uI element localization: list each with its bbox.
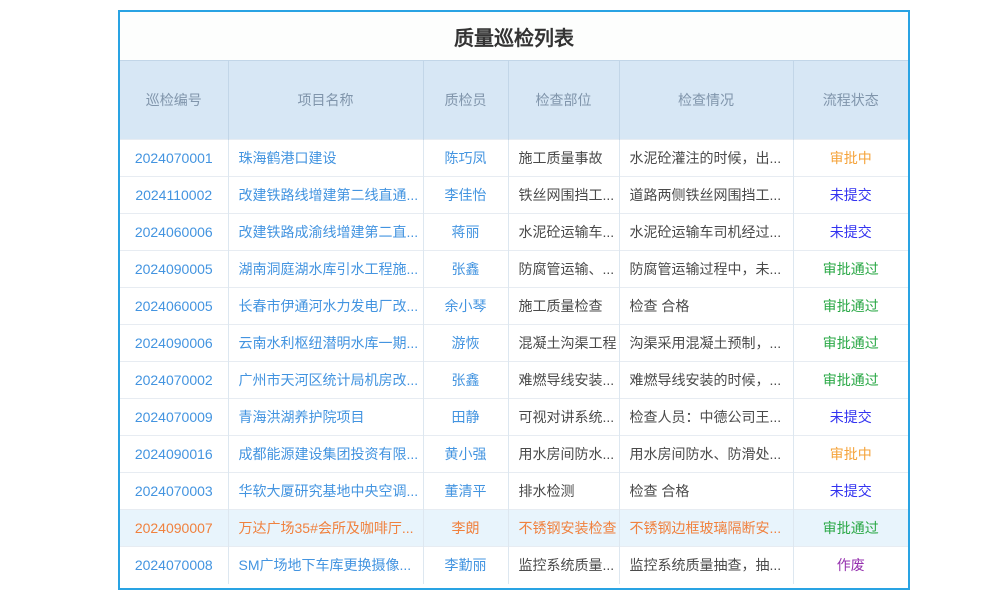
status-badge: 作废 bbox=[837, 557, 865, 573]
table-header-row: 巡检编号 项目名称 质检员 检查部位 检查情况 流程状态 bbox=[120, 61, 908, 140]
cell-inspection-id: 2024070001 bbox=[135, 150, 213, 166]
cell-project-name: 改建铁路成渝线增建第二直... bbox=[239, 224, 419, 240]
cell-project-name: 湖南洞庭湖水库引水工程施... bbox=[239, 261, 419, 277]
table-row[interactable]: 2024070002 广州市天河区统计局机房改... 张鑫 难燃导线安装... … bbox=[120, 362, 908, 399]
cell-inspection-result: 不锈钢边框玻璃隔断安... bbox=[630, 520, 782, 536]
cell-inspection-result: 道路两侧铁丝网围挡工... bbox=[630, 187, 782, 203]
cell-inspection-part: 用水房间防水... bbox=[519, 446, 615, 462]
column-header-inspection-result: 检查情况 bbox=[619, 61, 793, 140]
cell-inspection-id: 2024060006 bbox=[135, 224, 213, 240]
table-row[interactable]: 2024060006 改建铁路成渝线增建第二直... 蒋丽 水泥砼运输车... … bbox=[120, 214, 908, 251]
cell-project-name: 万达广场35#会所及咖啡厅... bbox=[239, 520, 414, 536]
inspection-list-panel: 质量巡检列表 巡检编号 项目名称 质检员 检查部位 检查情况 流程状态 2024… bbox=[118, 10, 910, 590]
status-badge: 审批中 bbox=[830, 150, 872, 166]
cell-inspector: 张鑫 bbox=[452, 372, 480, 388]
cell-inspector: 田静 bbox=[452, 409, 480, 425]
cell-inspection-result: 防腐管运输过程中，未... bbox=[630, 261, 782, 277]
cell-project-name: 长春市伊通河水力发电厂改... bbox=[239, 298, 419, 314]
cell-project-name: 青海洪湖养护院项目 bbox=[239, 409, 365, 425]
table-row[interactable]: 2024090005 湖南洞庭湖水库引水工程施... 张鑫 防腐管运输、... … bbox=[120, 251, 908, 288]
table-row[interactable]: 2024060005 长春市伊通河水力发电厂改... 余小琴 施工质量检查 检查… bbox=[120, 288, 908, 325]
cell-inspection-result: 水泥砼运输车司机经过... bbox=[630, 224, 782, 240]
cell-inspection-id: 2024070008 bbox=[135, 557, 213, 573]
cell-inspection-part: 监控系统质量... bbox=[519, 557, 615, 573]
table-row[interactable]: 2024070003 华软大厦研究基地中央空调... 董清平 排水检测 检查 合… bbox=[120, 473, 908, 510]
status-badge: 审批通过 bbox=[823, 335, 879, 351]
cell-project-name: 珠海鹤港口建设 bbox=[239, 150, 337, 166]
column-header-inspector: 质检员 bbox=[423, 61, 508, 140]
cell-inspection-part: 不锈钢安装检查 bbox=[519, 520, 617, 536]
table-row[interactable]: 2024070008 SM广场地下车库更换摄像... 李勤丽 监控系统质量...… bbox=[120, 547, 908, 584]
cell-inspection-id: 2024070009 bbox=[135, 409, 213, 425]
cell-inspection-id: 2024070003 bbox=[135, 483, 213, 499]
column-header-workflow-status: 流程状态 bbox=[793, 61, 908, 140]
table-row-highlighted[interactable]: 2024090007 万达广场35#会所及咖啡厅... 李朗 不锈钢安装检查 不… bbox=[120, 510, 908, 547]
status-badge: 未提交 bbox=[830, 187, 872, 203]
status-badge: 审批通过 bbox=[823, 372, 879, 388]
cell-inspection-part: 铁丝网围挡工... bbox=[519, 187, 615, 203]
cell-inspection-part: 难燃导线安装... bbox=[519, 372, 615, 388]
cell-inspection-id: 2024070002 bbox=[135, 372, 213, 388]
cell-inspection-id: 2024060005 bbox=[135, 298, 213, 314]
cell-inspection-id: 2024110002 bbox=[135, 187, 212, 203]
column-header-project-name: 项目名称 bbox=[228, 61, 423, 140]
cell-project-name: 云南水利枢纽潜明水库一期... bbox=[239, 335, 419, 351]
cell-project-name: 华软大厦研究基地中央空调... bbox=[239, 483, 419, 499]
cell-inspection-part: 施工质量事故 bbox=[519, 150, 603, 166]
cell-inspection-result: 用水房间防水、防滑处... bbox=[630, 446, 782, 462]
cell-inspection-result: 沟渠采用混凝土预制，... bbox=[630, 335, 782, 351]
cell-inspection-part: 排水检测 bbox=[519, 483, 575, 499]
status-badge: 审批通过 bbox=[823, 261, 879, 277]
status-badge: 审批通过 bbox=[823, 298, 879, 314]
table-row[interactable]: 2024090006 云南水利枢纽潜明水库一期... 游恢 混凝土沟渠工程 沟渠… bbox=[120, 325, 908, 362]
cell-inspection-part: 混凝土沟渠工程 bbox=[519, 335, 617, 351]
cell-project-name: 成都能源建设集团投资有限... bbox=[239, 446, 419, 462]
table-row[interactable]: 2024110002 改建铁路线增建第二线直通... 李佳怡 铁丝网围挡工...… bbox=[120, 177, 908, 214]
status-badge: 未提交 bbox=[830, 409, 872, 425]
cell-inspection-id: 2024090005 bbox=[135, 261, 213, 277]
cell-inspection-part: 施工质量检查 bbox=[519, 298, 603, 314]
cell-inspector: 董清平 bbox=[445, 483, 487, 499]
cell-inspector: 蒋丽 bbox=[452, 224, 480, 240]
page-title: 质量巡检列表 bbox=[120, 12, 908, 60]
cell-inspection-result: 检查 合格 bbox=[630, 298, 690, 314]
status-badge: 未提交 bbox=[830, 483, 872, 499]
cell-inspection-result: 水泥砼灌注的时候，出... bbox=[630, 150, 782, 166]
cell-inspection-result: 检查 合格 bbox=[630, 483, 690, 499]
cell-inspector: 游恢 bbox=[452, 335, 480, 351]
cell-inspection-result: 难燃导线安装的时候，... bbox=[630, 372, 782, 388]
cell-inspector: 李勤丽 bbox=[445, 557, 487, 573]
cell-inspector: 黄小强 bbox=[445, 446, 487, 462]
cell-inspection-part: 可视对讲系统... bbox=[519, 409, 615, 425]
status-badge: 审批通过 bbox=[823, 520, 879, 536]
cell-project-name: 广州市天河区统计局机房改... bbox=[239, 372, 419, 388]
cell-inspection-id: 2024090007 bbox=[135, 520, 213, 536]
cell-inspection-result: 监控系统质量抽查，抽... bbox=[630, 557, 782, 573]
cell-inspection-result: 检查人员：中德公司王... bbox=[630, 409, 782, 425]
column-header-inspection-part: 检查部位 bbox=[508, 61, 619, 140]
status-badge: 未提交 bbox=[830, 224, 872, 240]
cell-inspector: 李佳怡 bbox=[445, 187, 487, 203]
cell-inspection-id: 2024090006 bbox=[135, 335, 213, 351]
cell-project-name: SM广场地下车库更换摄像... bbox=[239, 557, 412, 573]
cell-inspection-id: 2024090016 bbox=[135, 446, 213, 462]
cell-project-name: 改建铁路线增建第二线直通... bbox=[239, 187, 419, 203]
cell-inspector: 陈巧凤 bbox=[445, 150, 487, 166]
cell-inspection-part: 水泥砼运输车... bbox=[519, 224, 615, 240]
status-badge: 审批中 bbox=[830, 446, 872, 462]
cell-inspector: 余小琴 bbox=[445, 298, 487, 314]
cell-inspector: 李朗 bbox=[452, 520, 480, 536]
table-row[interactable]: 2024070001 珠海鹤港口建设 陈巧凤 施工质量事故 水泥砼灌注的时候，出… bbox=[120, 140, 908, 177]
column-header-inspection-id: 巡检编号 bbox=[120, 61, 228, 140]
cell-inspection-part: 防腐管运输、... bbox=[519, 261, 615, 277]
cell-inspector: 张鑫 bbox=[452, 261, 480, 277]
table-row[interactable]: 2024070009 青海洪湖养护院项目 田静 可视对讲系统... 检查人员：中… bbox=[120, 399, 908, 436]
inspection-table: 巡检编号 项目名称 质检员 检查部位 检查情况 流程状态 2024070001 … bbox=[120, 60, 908, 584]
table-row[interactable]: 2024090016 成都能源建设集团投资有限... 黄小强 用水房间防水...… bbox=[120, 436, 908, 473]
